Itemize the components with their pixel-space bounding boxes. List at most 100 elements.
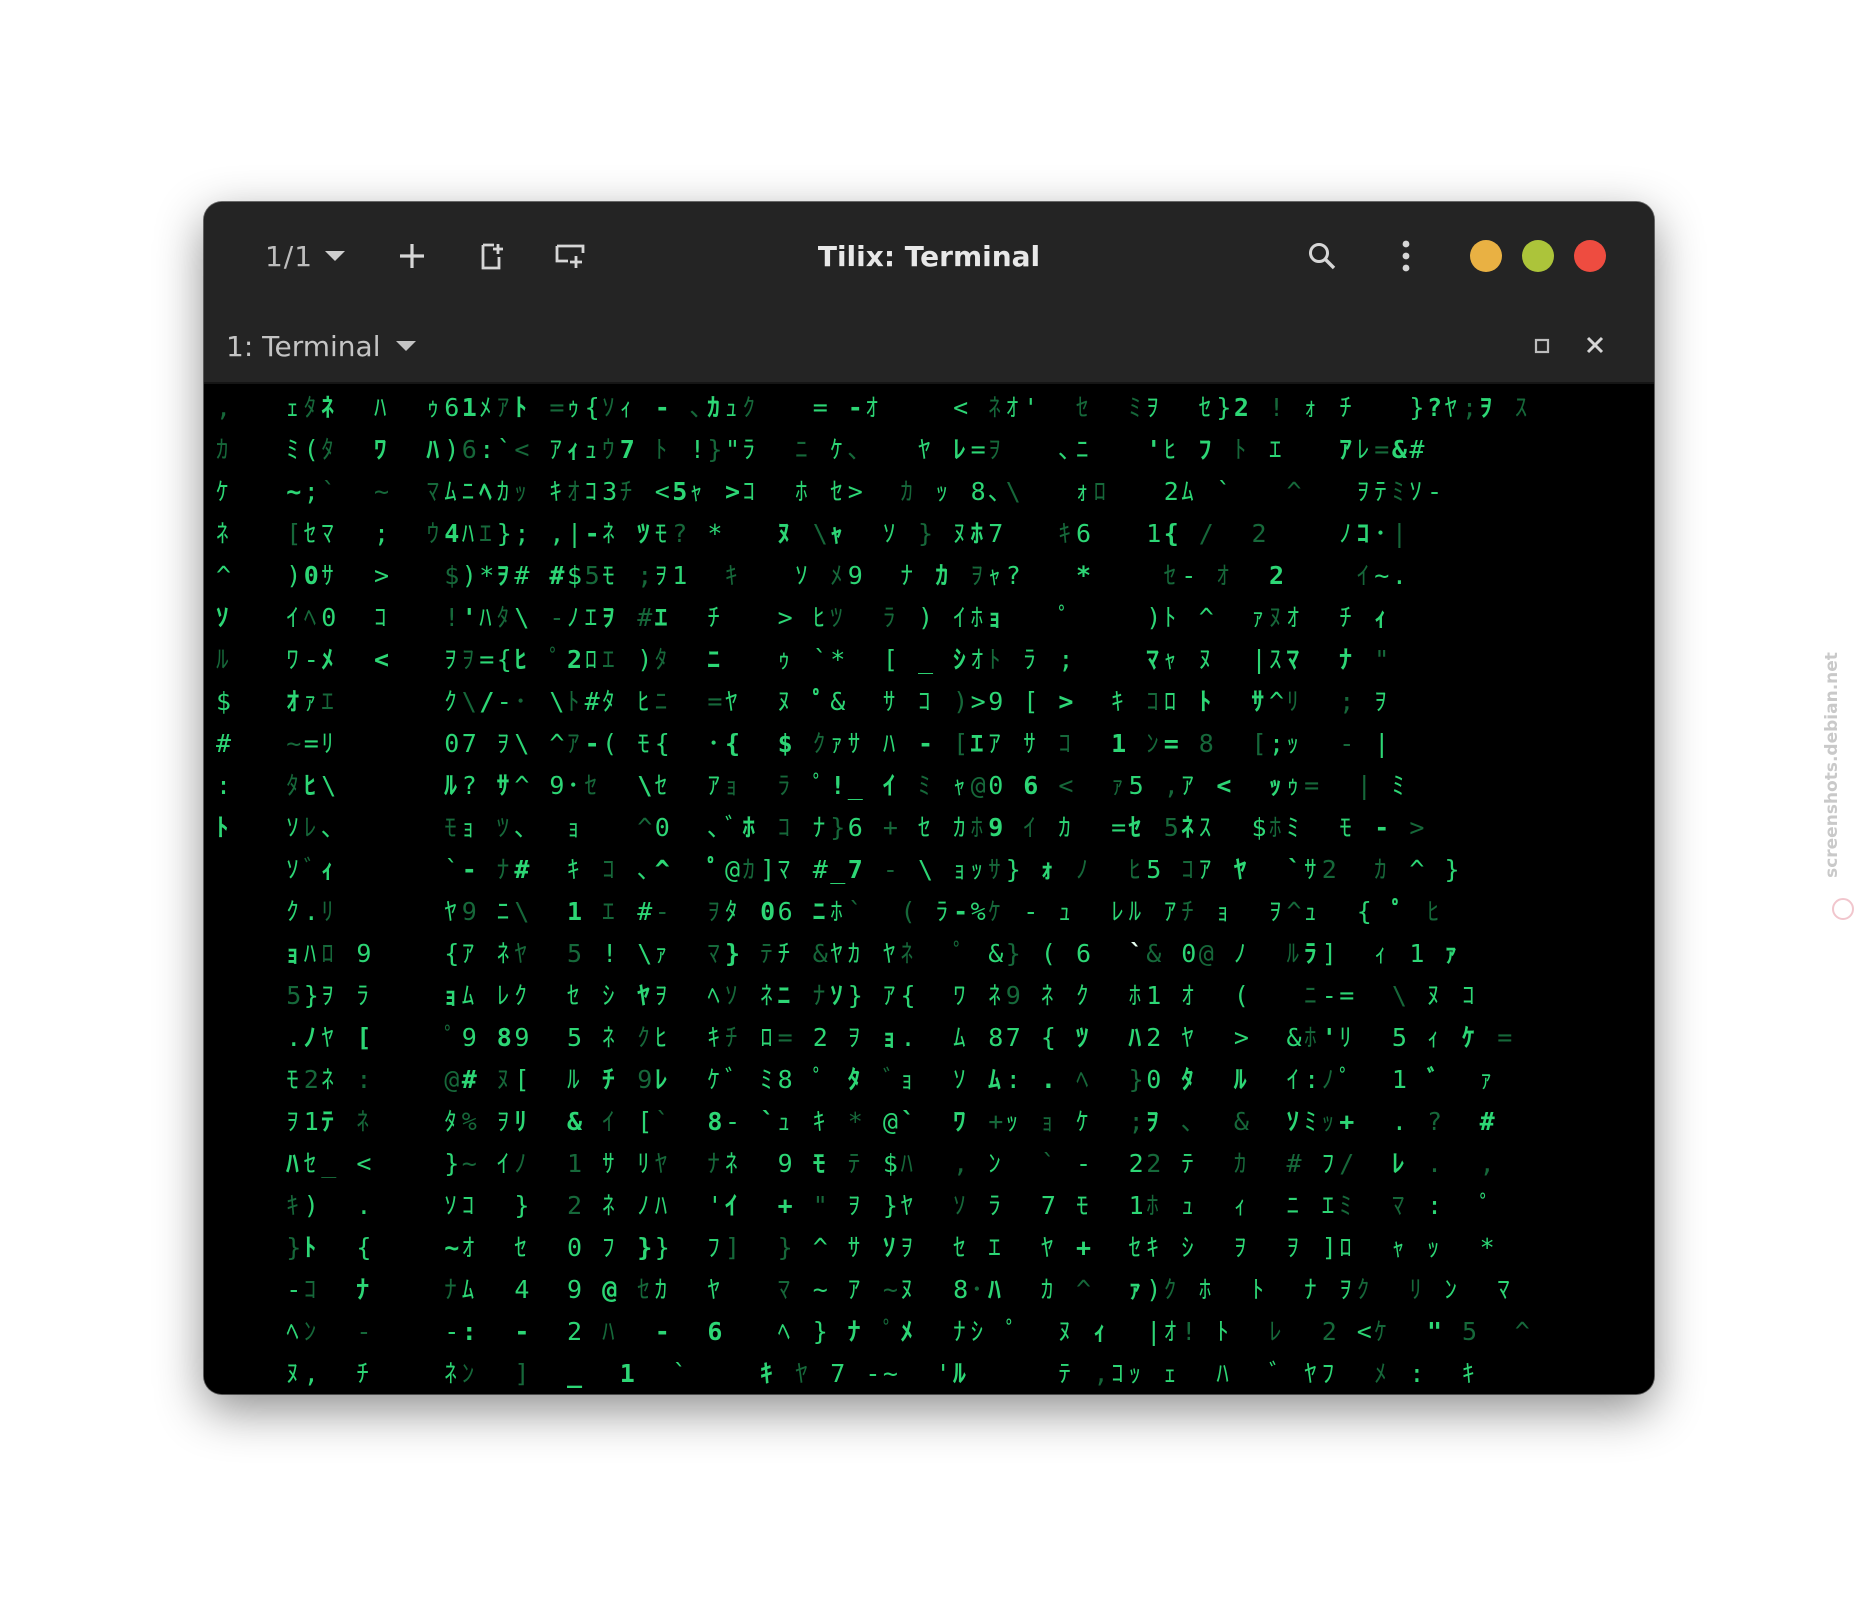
matrix-char: } (444, 1149, 459, 1178)
matrix-char: ﾇ (497, 1065, 510, 1094)
matrix-char: ｱ (883, 981, 896, 1010)
matrix-char: ｶ (1374, 855, 1387, 884)
matrix-char: ﾙ (1287, 939, 1300, 968)
matrix-char: ｭ (725, 393, 738, 422)
matrix-char: & (988, 939, 1003, 968)
matrix-char: ﾊ (602, 1317, 615, 1346)
matrix-char: ﾋ (1129, 855, 1142, 884)
matrix-char: ~ (374, 477, 389, 506)
matrix-char: ﾘ (514, 1107, 527, 1136)
terminal-title-menu[interactable]: 1: Terminal (226, 322, 417, 370)
matrix-char: ﾑ (462, 1275, 475, 1304)
matrix-char: 1 (1129, 1191, 1144, 1220)
matrix-char: ､ (637, 855, 650, 884)
terminal-output[interactable]: , ｪﾀﾈﾊｩ 6 1 ﾒｱﾄ = ｩ{ｿｨ - ､ｶｭｸ = - ｵ < ﾈｵ ' ｾﾐｦｾ} 2! ｫﾁ}? ﾔ… (204, 384, 1654, 1394)
matrix-char: ﾞ (725, 813, 738, 842)
matrix-char: ; (1462, 393, 1477, 422)
find-button[interactable] (1296, 230, 1348, 282)
matrix-char: ﾔ (725, 687, 738, 716)
matrix-char: = (1497, 1023, 1512, 1052)
matrix-char: ; (1269, 729, 1284, 758)
matrix-char: . (1427, 1149, 1442, 1178)
matrix-char: ﾏ (707, 939, 720, 968)
matrix-char: ｧ (655, 939, 668, 968)
matrix-char: ) (1146, 603, 1161, 632)
matrix-char: ﾞ (304, 855, 317, 884)
matrix-char: - (444, 1317, 459, 1346)
terminal-maximize-button[interactable] (1530, 334, 1554, 358)
matrix-char: ｦ (848, 1191, 861, 1220)
matrix-char: 2 (1252, 519, 1267, 548)
matrix-char: { (356, 1233, 371, 1262)
matrix-char: ! (690, 435, 705, 464)
matrix-char: ﾎ (1199, 1275, 1212, 1304)
minimize-button[interactable] (1470, 240, 1502, 272)
matrix-char: 9 (514, 1023, 529, 1052)
matrix-char: & (567, 1107, 583, 1136)
matrix-char: ｩ (567, 393, 580, 422)
matrix-char: ﾒ (901, 1317, 914, 1346)
matrix-char: ｦ (1287, 1233, 1300, 1262)
matrix-char: 7 (1006, 1023, 1021, 1052)
split-vertical-icon (555, 244, 585, 268)
matrix-char: ﾉ (1322, 1065, 1335, 1094)
matrix-char: / (1199, 519, 1214, 548)
matrix-char: ﾇ (1269, 603, 1282, 632)
matrix-char: ｦ (321, 981, 334, 1010)
matrix-char: * (848, 1107, 863, 1136)
matrix-char: ﾟ (707, 855, 720, 884)
matrix-char: } (514, 1191, 529, 1220)
matrix-char: ｶ (655, 1275, 668, 1304)
matrix-char: ｺ (602, 855, 615, 884)
matrix-char: ｸ (1076, 981, 1089, 1010)
add-terminal-button[interactable] (386, 230, 438, 282)
matrix-char: ﾞ (883, 1065, 896, 1094)
matrix-char: : (479, 435, 494, 464)
matrix-char: - (1339, 729, 1354, 758)
matrix-char: ` (1216, 477, 1231, 506)
matrix-char: , (549, 519, 564, 548)
matrix-char: ﾜ (953, 981, 966, 1010)
matrix-char: 1 (672, 561, 687, 590)
matrix-char: ﾉ (304, 1023, 317, 1052)
matrix-char: ﾄ (567, 687, 580, 716)
matrix-char: 2 (813, 1023, 828, 1052)
matrix-char: ﾔ (795, 1359, 808, 1388)
matrix-char: ﾚ (1357, 435, 1370, 464)
matrix-char: ｻ (1304, 855, 1317, 884)
matrix-char: ﾅ (356, 1275, 369, 1304)
matrix-char: ﾔ (444, 897, 457, 926)
matrix-char: ﾊ (479, 603, 492, 632)
matrix-char: % (462, 1107, 477, 1136)
terminal-close-button[interactable] (1582, 332, 1608, 358)
matrix-char: ! (830, 771, 845, 800)
kebab-menu-icon (1402, 240, 1410, 272)
matrix-char: ﾎ (1129, 981, 1142, 1010)
matrix-char: ﾐ (1339, 1191, 1352, 1220)
matrix-char: ｭ (585, 435, 598, 464)
matrix-char: { (655, 729, 670, 758)
close-button[interactable] (1574, 240, 1606, 272)
matrix-char: 2 (304, 1065, 319, 1094)
matrix-char: 9 (567, 1275, 582, 1304)
matrix-char: ` (655, 1107, 670, 1136)
matrix-char: ｶ (1041, 1275, 1054, 1304)
matrix-char: ﾟ (813, 1065, 826, 1094)
matrix-char: , (216, 393, 231, 422)
matrix-char: } (830, 813, 845, 842)
matrix-char: ﾃ (1181, 1149, 1194, 1178)
session-switcher-button[interactable]: 1/1 (250, 230, 360, 282)
maximize-button[interactable] (1522, 240, 1554, 272)
matrix-char: ､ (690, 393, 703, 422)
matrix-char: { (497, 645, 512, 674)
main-menu-button[interactable] (1380, 230, 1432, 282)
matrix-char: ｧ (1111, 771, 1124, 800)
matrix-char: ﾇ (778, 519, 791, 548)
matrix-char: = (479, 645, 494, 674)
matrix-char: { (1164, 519, 1179, 548)
split-down-button[interactable] (544, 230, 596, 282)
matrix-char: ｷ (1146, 1233, 1159, 1262)
matrix-char: ^ (514, 771, 529, 800)
matrix-char: ﾐ (1304, 1107, 1317, 1136)
split-right-button[interactable] (466, 230, 518, 282)
